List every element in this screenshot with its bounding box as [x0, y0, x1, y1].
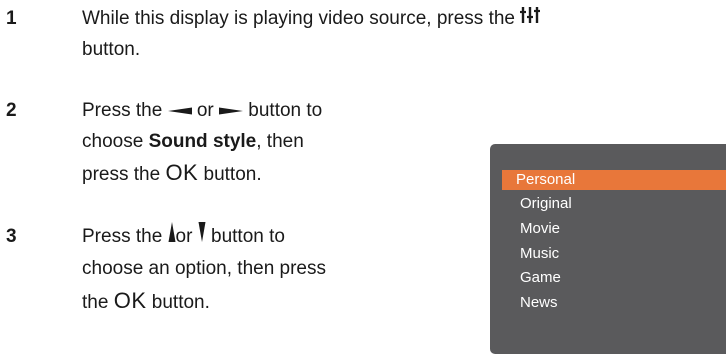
step-3-or: or [175, 226, 193, 247]
ok-button-glyph: OK [165, 160, 199, 185]
sound-style-menu: Personal Original Movie Music Game News [490, 144, 726, 354]
step-2-or: or [196, 100, 214, 121]
step-3-text-line-2: choose an option, then press [82, 258, 327, 279]
step-2-sound-style: Sound style [148, 131, 257, 152]
down-arrow-icon [198, 221, 206, 252]
step-3-button: button. [151, 292, 210, 313]
up-arrow-icon [168, 221, 176, 252]
step-2-then: , then [256, 131, 304, 152]
left-arrow-icon [167, 95, 192, 126]
step-2-number: 2 [6, 100, 17, 121]
step-3-text-line-3: the OK button. [82, 285, 210, 318]
step-2-choose: choose [82, 131, 144, 152]
step-1-number: 1 [6, 8, 17, 29]
ok-button-glyph: OK [113, 288, 147, 313]
step-3-press-the: Press the [82, 226, 163, 247]
step-2-button: button. [203, 164, 262, 185]
step-2-press-the: Press the [82, 100, 163, 121]
settings-sliders-icon [520, 3, 541, 34]
step-2-text-line-1: Press the or button to [82, 95, 322, 126]
menu-item-movie[interactable]: Movie [506, 219, 726, 239]
step-3-the: the [82, 292, 109, 313]
step-2-text-line-2: choose Sound style, then [82, 126, 304, 157]
menu-item-original[interactable]: Original [506, 194, 726, 214]
step-2-press-the-2: press the [82, 164, 161, 185]
right-arrow-icon [219, 95, 244, 126]
step-3-button-to: button to [211, 226, 285, 247]
step-2-text-line-3: press the OK button. [82, 157, 262, 190]
menu-item-personal[interactable]: Personal [502, 170, 726, 190]
step-3-number: 3 [6, 226, 17, 247]
menu-item-news[interactable]: News [506, 293, 726, 313]
step-3-text-line-1: Press the or button to [82, 221, 285, 252]
step-1-text-line-1: While this display is playing video sour… [82, 3, 541, 34]
menu-item-game[interactable]: Game [506, 268, 726, 288]
step-1-text-line-2: button. [82, 39, 141, 60]
step-1-instruction: While this display is playing video sour… [82, 8, 515, 29]
menu-item-music[interactable]: Music [506, 244, 726, 264]
step-2-button-to: button to [248, 100, 323, 121]
